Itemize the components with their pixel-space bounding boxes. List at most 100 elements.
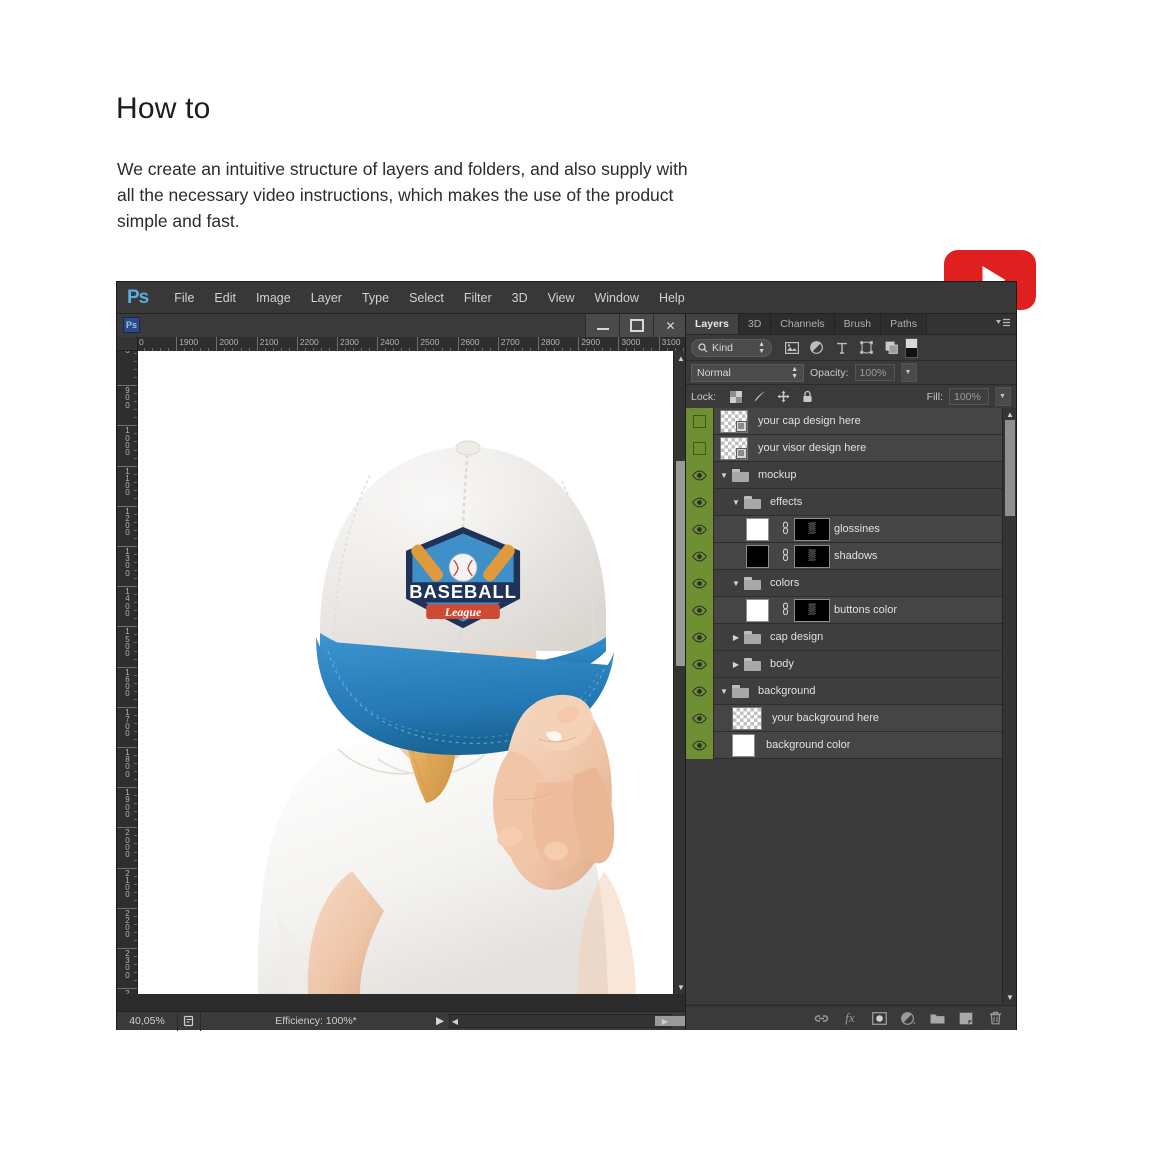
layer-row-body[interactable]: your visor design here [714, 435, 1002, 462]
filter-toggle-icon[interactable] [905, 337, 918, 358]
layer-thumbnail[interactable] [732, 706, 762, 730]
layer-name[interactable]: body [766, 658, 794, 670]
menu-item-edit[interactable]: Edit [204, 287, 246, 309]
layer-name[interactable]: shadows [830, 550, 877, 562]
layer-row-body[interactable]: your background here [714, 705, 1002, 732]
layer-mask-thumbnail[interactable]: ▒ [794, 544, 830, 568]
group-collapse-arrow-icon[interactable]: ▼ [730, 498, 742, 507]
layer-row[interactable]: ▒ buttons color [686, 596, 1002, 624]
layer-name[interactable]: glossines [830, 523, 880, 535]
layer-mask-link-icon[interactable] [779, 521, 791, 537]
lock-transparency-icon[interactable] [728, 389, 743, 404]
layer-visibility-toggle[interactable] [686, 461, 714, 489]
canvas-horizontal-scrollbar[interactable]: ◀ ▶ [449, 1014, 730, 1028]
layer-row-body[interactable]: your cap design here [714, 408, 1002, 435]
layer-row[interactable]: your background here [686, 704, 1002, 732]
menu-item-select[interactable]: Select [399, 287, 454, 309]
menu-item-image[interactable]: Image [246, 287, 301, 309]
minimize-button[interactable] [585, 314, 619, 337]
layer-visibility-toggle[interactable] [686, 515, 714, 543]
menu-item-filter[interactable]: Filter [454, 287, 502, 309]
fill-dropdown-icon[interactable]: ▼ [995, 387, 1011, 406]
layer-thumbnail[interactable] [746, 598, 769, 622]
layer-row-body[interactable]: ▶ body [714, 651, 1002, 678]
canvas[interactable]: BASEBALL League [138, 351, 673, 994]
layer-name[interactable]: effects [766, 496, 802, 508]
close-button[interactable]: ✕ [653, 314, 687, 337]
layer-row-body[interactable]: ▼ effects [714, 489, 1002, 516]
scroll-right-icon[interactable]: ▶ [661, 1016, 669, 1026]
layer-name[interactable]: colors [766, 577, 799, 589]
layer-row-body[interactable]: ▶ cap design [714, 624, 1002, 651]
group-collapse-arrow-icon[interactable]: ▼ [718, 471, 730, 480]
blend-mode-select[interactable]: Normal ▲ ▼ [691, 363, 804, 382]
group-collapse-arrow-icon[interactable]: ▼ [718, 687, 730, 696]
new-adjustment-layer-icon[interactable] [900, 1010, 916, 1026]
group-expand-arrow-icon[interactable]: ▶ [730, 633, 742, 642]
layer-row[interactable]: ▶ cap design [686, 623, 1002, 651]
smart-object-filter-icon[interactable] [884, 340, 899, 355]
layer-visibility-toggle[interactable] [686, 704, 714, 732]
layer-row-body[interactable]: background color [714, 732, 1002, 759]
panel-menu-icon[interactable] [995, 318, 1011, 331]
layer-thumbnail[interactable] [720, 436, 748, 460]
layer-row[interactable]: ▒ shadows [686, 542, 1002, 570]
menu-item-file[interactable]: File [164, 287, 204, 309]
layer-row[interactable]: ▼ mockup [686, 461, 1002, 489]
layer-visibility-toggle[interactable] [686, 731, 714, 759]
list-scroll-thumb[interactable] [1005, 420, 1015, 516]
menu-item-3d[interactable]: 3D [502, 287, 538, 309]
opacity-dropdown-icon[interactable]: ▼ [900, 363, 917, 382]
tab-3d[interactable]: 3D [738, 314, 772, 334]
tab-paths[interactable]: Paths [881, 314, 927, 334]
fill-value[interactable]: 100% [949, 388, 989, 405]
layer-visibility-toggle[interactable] [686, 650, 714, 678]
layer-mask-link-icon[interactable] [779, 548, 791, 564]
lock-all-icon[interactable] [800, 389, 815, 404]
layer-name[interactable]: your cap design here [754, 415, 861, 427]
layer-row[interactable]: ▼ background [686, 677, 1002, 705]
delete-layer-icon[interactable] [987, 1010, 1003, 1026]
pixel-layer-filter-icon[interactable] [784, 340, 799, 355]
menu-item-window[interactable]: Window [584, 287, 648, 309]
layer-name[interactable]: background [754, 685, 816, 697]
layer-visibility-toggle[interactable] [686, 542, 714, 570]
document-info-icon[interactable] [177, 1011, 201, 1031]
lock-image-icon[interactable] [752, 389, 767, 404]
layer-thumbnail[interactable] [746, 544, 769, 568]
layer-row[interactable]: ▶ body [686, 650, 1002, 678]
tab-brush[interactable]: Brush [834, 314, 882, 334]
layer-row-body[interactable]: ▼ background [714, 678, 1002, 705]
zoom-level[interactable]: 40,05% [117, 1015, 177, 1027]
lock-position-icon[interactable] [776, 389, 791, 404]
menu-item-type[interactable]: Type [352, 287, 399, 309]
new-group-icon[interactable] [929, 1010, 945, 1026]
layer-name[interactable]: buttons color [830, 604, 897, 616]
layer-name[interactable]: your background here [768, 712, 879, 724]
layer-filter-kind-select[interactable]: Kind ▲ ▼ [691, 338, 772, 357]
layer-row-body[interactable]: ▼ colors [714, 570, 1002, 597]
layer-row[interactable]: background color [686, 731, 1002, 759]
layer-name[interactable]: your visor design here [754, 442, 866, 454]
maximize-button[interactable] [619, 314, 653, 337]
layer-visibility-toggle[interactable] [686, 434, 714, 462]
vertical-ruler[interactable]: 0900100011001200130014001500160017001800… [117, 351, 138, 994]
layer-row[interactable]: ▼ colors [686, 569, 1002, 597]
opacity-value[interactable]: 100% [854, 364, 895, 381]
new-layer-icon[interactable] [958, 1010, 974, 1026]
list-scroll-up-icon[interactable]: ▲ [1005, 409, 1015, 420]
layer-row-body[interactable]: ▒ buttons color [714, 597, 1002, 624]
layer-row-body[interactable]: ▼ mockup [714, 462, 1002, 489]
adjustment-layer-filter-icon[interactable] [809, 340, 824, 355]
tab-layers[interactable]: Layers [686, 314, 739, 334]
tab-channels[interactable]: Channels [771, 314, 835, 334]
layer-list-scrollbar[interactable]: ▲ ▼ [1002, 408, 1016, 1004]
layer-thumbnail[interactable] [746, 517, 769, 541]
shape-layer-filter-icon[interactable] [859, 340, 874, 355]
layer-visibility-toggle[interactable] [686, 408, 714, 435]
menu-item-view[interactable]: View [538, 287, 585, 309]
menu-item-layer[interactable]: Layer [301, 287, 352, 309]
layer-visibility-toggle[interactable] [686, 569, 714, 597]
layer-visibility-toggle[interactable] [686, 596, 714, 624]
group-expand-arrow-icon[interactable]: ▶ [730, 660, 742, 669]
